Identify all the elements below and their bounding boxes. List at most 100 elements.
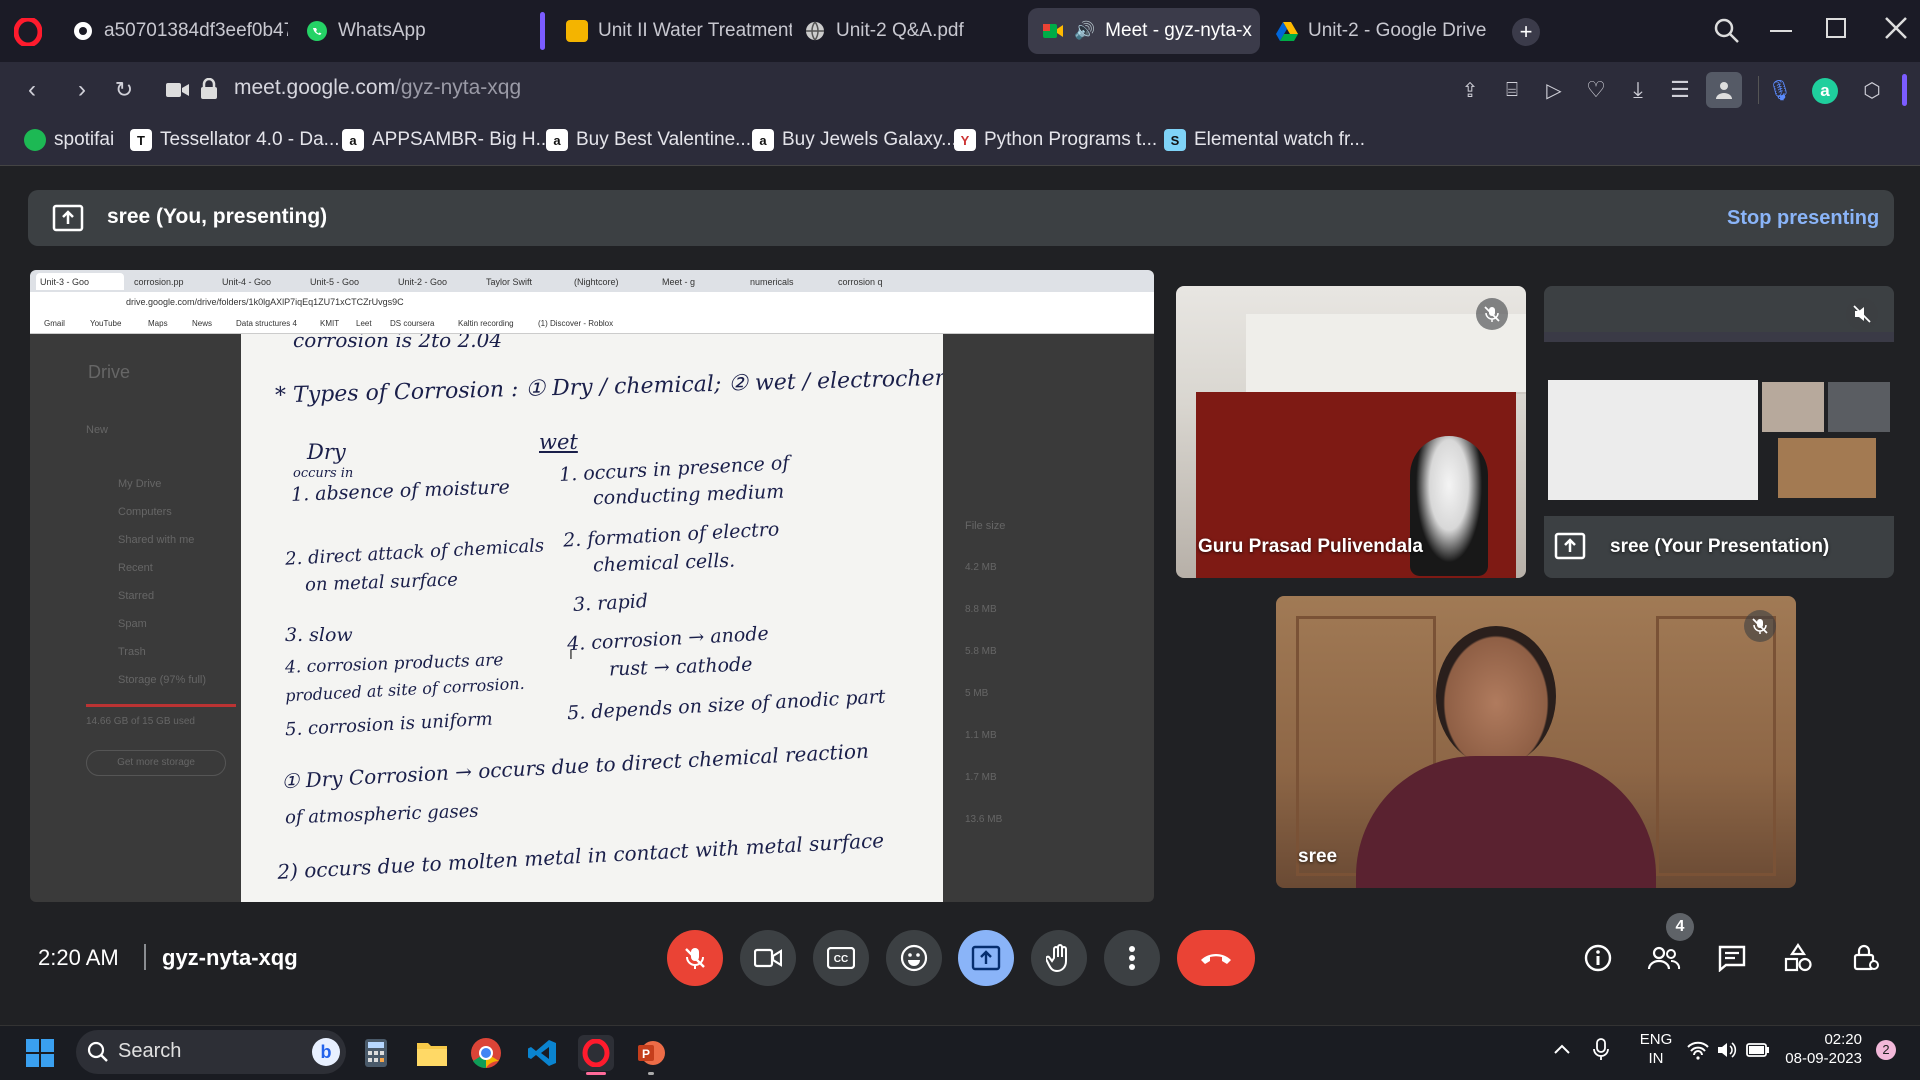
meeting-details-button[interactable] — [1578, 938, 1618, 978]
participant-tile-guru[interactable]: Guru Prasad Pulivendala — [1176, 286, 1526, 578]
powerpoint-icon[interactable]: P — [633, 1035, 669, 1071]
shared-bookmark: Gmail — [44, 319, 65, 328]
opera-taskbar-icon[interactable] — [578, 1035, 614, 1071]
bookmark-tessellator[interactable]: T Tessellator 4.0 - Da... — [130, 129, 340, 151]
notification-badge[interactable]: 2 — [1876, 1040, 1896, 1060]
note-line: chemical cells. — [592, 549, 736, 577]
shared-tab: Unit-3 - Goo — [36, 273, 124, 290]
bookmark-elemental[interactable]: S Elemental watch fr... — [1164, 129, 1365, 151]
restore-icon[interactable] — [1826, 18, 1846, 38]
note-line: 3. slow — [285, 624, 353, 646]
shared-url: drive.google.com/drive/folders/1k0lgAXlP… — [126, 297, 404, 307]
slides-icon — [566, 20, 588, 42]
file-size-cell: 4.2 MB — [965, 562, 997, 573]
presenting-label: sree (You, presenting) — [107, 205, 328, 228]
windows-start-icon[interactable] — [22, 1035, 58, 1071]
url-path: /gyz-nyta-xqg — [395, 76, 522, 99]
bookmark-label: APPSAMBR- Big H... — [372, 129, 552, 150]
participant-tile-sree[interactable]: sree — [1276, 596, 1796, 888]
aria-icon[interactable]: a — [1812, 78, 1838, 104]
file-size-cell: 13.6 MB — [965, 814, 1003, 825]
close-window-icon[interactable] — [1882, 14, 1910, 47]
tab-group-marker — [540, 12, 545, 50]
bookmark-appsambr[interactable]: a APPSAMBR- Big H... — [342, 129, 552, 151]
text-cursor-icon: I — [569, 646, 573, 662]
captions-button[interactable]: CC — [813, 930, 869, 986]
people-button[interactable] — [1644, 938, 1684, 978]
calculator-icon[interactable] — [358, 1035, 394, 1071]
chrome-icon[interactable] — [468, 1035, 504, 1071]
note-line: 4. corrosion products are — [284, 650, 504, 678]
mic-toggle-button[interactable] — [667, 930, 723, 986]
present-now-button[interactable] — [958, 930, 1014, 986]
mic-off-icon — [685, 948, 705, 969]
participant-tile-presentation[interactable]: sree (Your Presentation) — [1544, 286, 1894, 578]
bookmark-valentine[interactable]: a Buy Best Valentine... — [546, 129, 751, 151]
volume-icon[interactable] — [1716, 1040, 1738, 1065]
shared-tab: Unit-5 - Goo — [310, 276, 360, 287]
tab-unit2-drive[interactable]: Unit-2 - Google Drive — [1262, 8, 1492, 54]
language-indicator[interactable]: ENG IN — [1636, 1030, 1676, 1068]
download-icon[interactable]: ⤓ — [1620, 72, 1656, 108]
snapshot-icon[interactable]: ⌸ — [1494, 72, 1530, 108]
taskbar-search-input[interactable] — [76, 1030, 346, 1074]
reload-icon[interactable]: ↻ — [106, 72, 142, 108]
minimize-icon[interactable] — [1770, 30, 1792, 32]
meeting-time: 2:20 AM — [38, 945, 119, 970]
note-line: rust → cathode — [608, 653, 753, 681]
vscode-icon[interactable] — [524, 1035, 560, 1071]
globe-icon — [804, 20, 826, 42]
chevron-up-icon[interactable] — [1552, 1040, 1572, 1065]
forward-icon[interactable]: › — [64, 72, 100, 108]
microphone-tray-icon[interactable] — [1592, 1038, 1610, 1067]
shared-screen: Unit-3 - Goo corrosion.pp Unit-4 - Goo U… — [30, 270, 1154, 902]
tab-meet[interactable]: 🔊 Meet - gyz-nyta-x — [1028, 8, 1260, 54]
cube-icon[interactable]: ⬡ — [1854, 72, 1890, 108]
bookmark-spotifai[interactable]: spotifai — [24, 129, 114, 151]
tab-unit-ii-water[interactable]: Unit II Water Treatment — [552, 8, 792, 54]
lock-icon[interactable] — [200, 77, 218, 105]
wifi-icon[interactable] — [1686, 1040, 1710, 1065]
hand-icon — [1046, 944, 1067, 972]
camera-toggle-button[interactable] — [740, 930, 796, 986]
raise-hand-button[interactable] — [1031, 930, 1087, 986]
battery-icon[interactable] — [1746, 1042, 1770, 1063]
taskbar-clock[interactable]: 02:20 08-09-2023 — [1782, 1030, 1862, 1068]
search-tabs-icon[interactable] — [1712, 16, 1742, 51]
stop-presenting-button[interactable]: Stop presenting — [1727, 207, 1879, 230]
amazon-icon: a — [752, 129, 774, 151]
easy-setup-icon[interactable]: ☰ — [1662, 72, 1698, 108]
more-vert-icon — [1129, 946, 1135, 970]
file-size-header: File size — [965, 520, 1006, 532]
drive-nav-item: Spam — [118, 618, 147, 630]
back-icon[interactable]: ‹ — [14, 72, 50, 108]
active-app-indicator — [586, 1072, 606, 1075]
participant-name: Guru Prasad Pulivendala — [1198, 536, 1423, 557]
participant-name: sree — [1298, 846, 1338, 867]
tab-unit2-qa-pdf[interactable]: Unit-2 Q&A.pdf — [790, 8, 1020, 54]
new-tab-button[interactable]: + — [1512, 18, 1540, 46]
camera-indicator-icon[interactable] — [166, 80, 190, 105]
heart-icon[interactable]: ♡ — [1578, 72, 1614, 108]
chat-button[interactable] — [1712, 938, 1752, 978]
profile-icon[interactable] — [1706, 72, 1742, 108]
tab-hash[interactable]: a50701384df3eef0b472 — [58, 8, 288, 54]
bookmark-python[interactable]: Y Python Programs t... — [954, 129, 1157, 151]
drive-nav-item: My Drive — [118, 478, 162, 490]
host-controls-button[interactable] — [1846, 938, 1886, 978]
more-options-button[interactable] — [1104, 930, 1160, 986]
thumb-tile — [1778, 438, 1876, 498]
activities-button[interactable] — [1778, 938, 1818, 978]
opera-logo-icon[interactable] — [13, 16, 43, 48]
file-explorer-icon[interactable] — [414, 1035, 450, 1071]
leave-call-button[interactable] — [1177, 930, 1255, 986]
player-icon[interactable]: ▷ — [1536, 72, 1572, 108]
bookmark-jewels[interactable]: a Buy Jewels Galaxy... — [752, 129, 957, 151]
thumb-tile — [1828, 382, 1890, 432]
meeting-code: gyz-nyta-xqg — [162, 945, 298, 970]
tab-whatsapp[interactable]: WhatsApp — [292, 8, 442, 54]
mic-extension-icon[interactable]: 🎙 — [1762, 72, 1798, 108]
url-field[interactable]: meet.google.com/gyz-nyta-xqg — [234, 76, 521, 100]
share-icon[interactable]: ⇪ — [1452, 72, 1488, 108]
reactions-button[interactable] — [886, 930, 942, 986]
